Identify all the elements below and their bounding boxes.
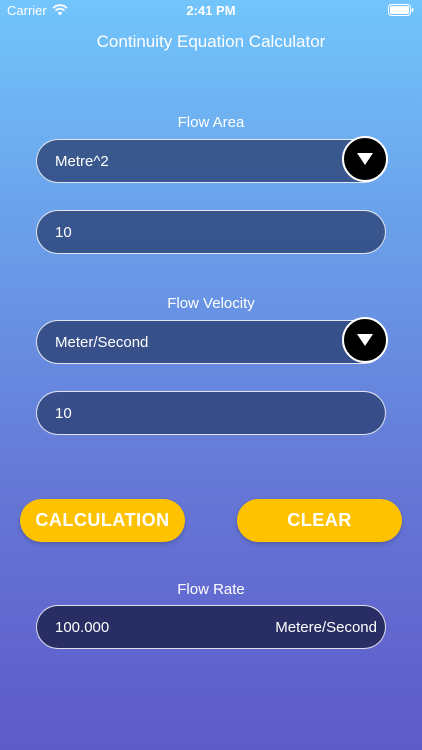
flow-area-unit-value: Metre^2	[55, 152, 109, 170]
flow-rate-value: 100.000	[55, 618, 110, 636]
flow-area-label: Flow Area	[177, 114, 245, 131]
flow-area-unit-select[interactable]: Metre^2	[36, 136, 388, 183]
flow-velocity-input-value: 10	[55, 404, 72, 422]
flow-velocity-unit-select[interactable]: Meter/Second	[36, 317, 388, 364]
flow-rate-label: Flow Rate	[177, 581, 245, 598]
flow-rate-unit: Metere/Second	[275, 618, 377, 636]
status-time: 2:41 PM	[186, 3, 236, 18]
page-title: Continuity Equation Calculator	[96, 32, 326, 51]
flow-velocity-input[interactable]: 10	[36, 391, 386, 435]
clear-button[interactable]: CLEAR	[237, 499, 402, 542]
flow-rate-output: 100.000 Metere/Second	[36, 605, 386, 649]
flow-velocity-label: Flow Velocity	[167, 295, 255, 312]
status-bar: Carrier 2:41 PM	[0, 0, 422, 22]
dropdown-arrow-icon	[357, 334, 373, 346]
flow-area-input-value: 10	[55, 223, 72, 241]
calculate-button[interactable]: CALCULATION	[20, 499, 185, 542]
flow-area-dropdown-button[interactable]	[342, 136, 388, 182]
battery-icon	[388, 4, 414, 16]
flow-velocity-dropdown-button[interactable]	[342, 317, 388, 363]
flow-area-input[interactable]: 10	[36, 210, 386, 254]
flow-velocity-unit-value: Meter/Second	[55, 333, 149, 351]
dropdown-arrow-icon	[357, 153, 373, 165]
